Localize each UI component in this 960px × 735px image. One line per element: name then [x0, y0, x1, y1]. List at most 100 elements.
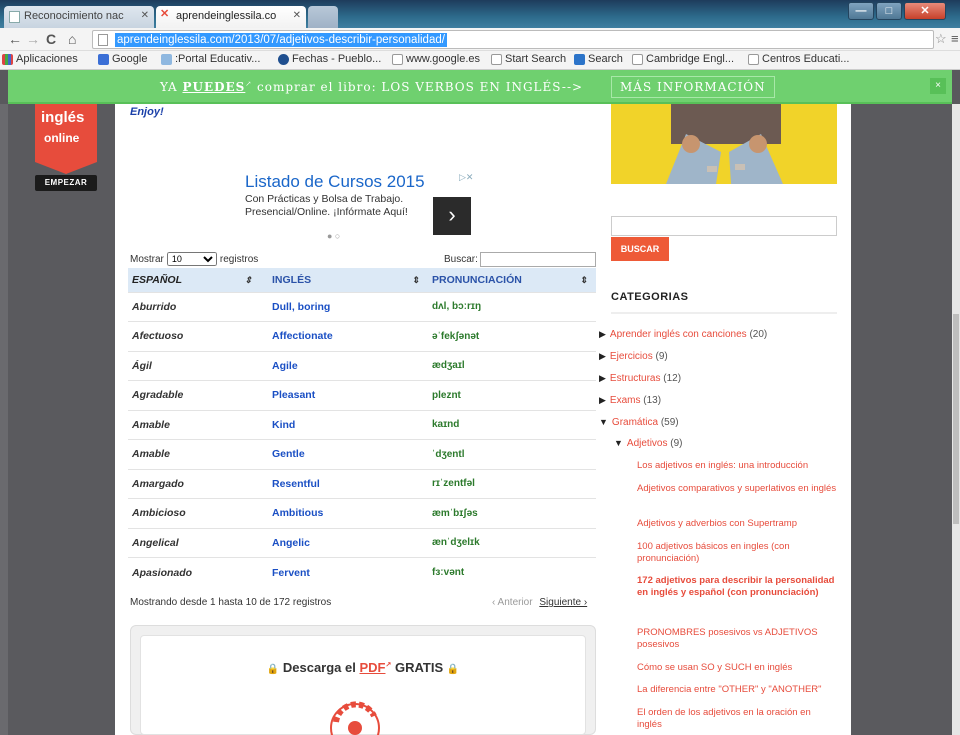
ad-unit[interactable]: Listado de Cursos 2015 Con Prácticas y B…: [245, 172, 475, 247]
bookmark-google[interactable]: Google: [98, 53, 147, 65]
bookmark-aplicaciones[interactable]: Aplicaciones: [2, 53, 78, 65]
post-link[interactable]: 100 adjetivos básicos en ingles (con pro…: [637, 541, 837, 565]
empezar-button[interactable]: EMPEZAR: [35, 175, 97, 191]
post-link[interactable]: El orden de los adjetivos en la oración …: [637, 707, 837, 731]
category-item[interactable]: ▶ Estructuras (12): [599, 373, 681, 384]
promo-close-button[interactable]: ×: [930, 78, 946, 94]
header-ingles[interactable]: INGLÉS ⇕: [260, 268, 428, 292]
table-body: Aburrido Dull, boring dʌl, bɔːrɪŋ Afectuoso…: [128, 291, 596, 587]
bookmark-google-es[interactable]: www.google.es: [392, 53, 480, 65]
sidebar-search-input[interactable]: [611, 216, 837, 236]
bookmark-centros[interactable]: Centros Educati...: [748, 53, 849, 65]
english-cell[interactable]: Fervent: [260, 557, 428, 587]
expand-arrow-icon[interactable]: ▶: [599, 373, 606, 383]
maximize-button[interactable]: □: [876, 2, 902, 20]
address-bar[interactable]: aprendeinglessila.com/2013/07/adjetivos-…: [92, 30, 934, 49]
post-link[interactable]: Los adjetivos en inglés: una introducció…: [637, 460, 837, 472]
scrollbar[interactable]: [952, 104, 960, 735]
english-cell[interactable]: Resentful: [260, 468, 428, 499]
reload-icon[interactable]: C: [46, 31, 56, 47]
category-item[interactable]: ▶ Aprender inglés con canciones (20): [599, 329, 767, 340]
bookmark-star-icon[interactable]: ☆: [935, 31, 947, 47]
page-length-select[interactable]: 10: [166, 252, 217, 266]
adchoices-icon[interactable]: ▷✕: [459, 172, 473, 183]
category-item[interactable]: ▶ Exams (13): [599, 395, 661, 406]
category-label[interactable]: Gramática: [612, 417, 658, 428]
english-cell[interactable]: Gentle: [260, 439, 428, 469]
english-cell[interactable]: Angelic: [260, 527, 428, 558]
bookmark-search[interactable]: Search: [574, 53, 623, 65]
table-row: Amable Kind kaɪnd: [128, 409, 596, 440]
header-pronunciacion[interactable]: PRONUNCIACIÓN ⇕: [428, 268, 596, 292]
post-link[interactable]: La diferencia entre "OTHER" y "ANOTHER": [637, 684, 837, 696]
post-link[interactable]: Adjetivos comparativos y superlativos en…: [637, 483, 837, 495]
expand-arrow-icon[interactable]: ▶: [599, 329, 606, 339]
header-espanol[interactable]: ESPAÑOL ⇕: [128, 268, 260, 292]
category-label[interactable]: Aprender inglés con canciones: [610, 329, 747, 340]
table-pagination: ‹ Anterior Siguiente ›: [492, 597, 587, 608]
new-tab-button[interactable]: [308, 6, 338, 28]
ad-arrow-button[interactable]: ›: [433, 197, 471, 235]
english-cell[interactable]: Affectionate: [260, 321, 428, 351]
english-cell[interactable]: Dull, boring: [260, 291, 428, 322]
scrollbar-thumb[interactable]: [953, 314, 959, 524]
tab-aprendeinglessila[interactable]: ✕ aprendeinglessila.co ✕: [156, 6, 306, 28]
browser-tab-bar: Reconocimiento nac ✕ ✕ aprendeinglessila…: [0, 0, 960, 28]
subcategory-adjetivos[interactable]: ▼ Adjetivos (9): [614, 438, 683, 449]
url-text[interactable]: aprendeinglessila.com/2013/07/adjetivos-…: [115, 33, 447, 47]
pdf-link[interactable]: PDF: [359, 660, 385, 675]
previous-page-link[interactable]: ‹ Anterior: [492, 597, 533, 608]
promo-highlight-link[interactable]: PUEDES: [182, 80, 245, 94]
expand-arrow-icon[interactable]: ▼: [614, 438, 623, 448]
category-label[interactable]: Ejercicios: [610, 351, 653, 362]
promo-banner: YA PUEDES↗ comprar el libro: LOS VERBOS …: [8, 70, 952, 104]
category-item[interactable]: ▶ Ejercicios (9): [599, 351, 668, 362]
table-row: Amargado Resentful rɪˈzentfəl: [128, 468, 596, 499]
bookmark-label: Start Search: [505, 53, 567, 65]
home-icon[interactable]: ⌂: [68, 31, 76, 47]
post-link[interactable]: 172 adjetivos para describir la personal…: [637, 575, 837, 599]
minimize-button[interactable]: —: [848, 2, 874, 20]
close-tab-icon[interactable]: ✕: [293, 10, 301, 21]
post-link[interactable]: Adjetivos y adverbios con Supertramp: [637, 518, 837, 530]
bookmark-fechas[interactable]: Fechas - Pueblo...: [278, 53, 381, 65]
bookmark-cambridge[interactable]: Cambridge Engl...: [632, 53, 734, 65]
bookmark-start-search[interactable]: Start Search: [491, 53, 566, 65]
buscar-button[interactable]: BUSCAR: [611, 237, 669, 261]
pronunciation-cell: pleznt: [428, 380, 596, 410]
categories-divider: [611, 312, 837, 314]
tab-reconocimiento[interactable]: Reconocimiento nac ✕: [4, 6, 154, 28]
english-cell[interactable]: Kind: [260, 409, 428, 440]
expand-arrow-icon[interactable]: ▶: [599, 351, 606, 361]
close-tab-icon[interactable]: ✕: [141, 10, 149, 21]
category-label[interactable]: Exams: [610, 395, 641, 406]
ad-title-link[interactable]: Listado de Cursos 2015: [245, 172, 475, 192]
window-close-button[interactable]: ✕: [904, 2, 946, 20]
expand-arrow-icon[interactable]: ▶: [599, 395, 606, 405]
expand-arrow-icon[interactable]: ▼: [599, 417, 608, 427]
english-cell[interactable]: Agile: [260, 350, 428, 381]
menu-icon[interactable]: ≡: [951, 31, 959, 46]
english-cell[interactable]: Pleasant: [260, 380, 428, 410]
category-label[interactable]: Estructuras: [610, 373, 661, 384]
table-row: Angelical Angelic ænˈdʒelɪk: [128, 527, 596, 558]
download-text[interactable]: 🔒 Descarga el PDF↗ GRATIS 🔒: [140, 660, 586, 675]
pronunciation-cell: rɪˈzentfəl: [428, 468, 596, 499]
sidebar-photo[interactable]: [611, 104, 837, 184]
more-info-button[interactable]: MÁS INFORMACIÓN: [611, 76, 775, 98]
english-cell[interactable]: Ambitious: [260, 498, 428, 528]
post-link[interactable]: PRONOMBRES posesivos vs ADJETIVOS posesi…: [637, 627, 837, 651]
table-row: Amable Gentle ˈdʒentl: [128, 439, 596, 469]
next-page-link[interactable]: Siguiente ›: [539, 597, 587, 608]
bookmark-portal[interactable]: :Portal Educativ...: [161, 53, 260, 65]
bookmark-label: Cambridge Engl...: [646, 53, 735, 65]
back-arrow-icon[interactable]: ←: [8, 31, 22, 47]
post-link[interactable]: Cómo se usan SO y SUCH en inglés: [637, 662, 837, 674]
header-label: PRONUNCIACIÓN: [432, 273, 522, 286]
table-search-input[interactable]: [480, 252, 596, 267]
ad-pagination-dots[interactable]: ● ○: [327, 231, 340, 241]
category-label[interactable]: Adjetivos: [627, 438, 668, 449]
forward-arrow-icon[interactable]: →: [26, 31, 40, 47]
ingles-online-badge[interactable]: inglés online: [35, 104, 97, 162]
category-item[interactable]: ▼ Gramática (59): [599, 417, 679, 428]
